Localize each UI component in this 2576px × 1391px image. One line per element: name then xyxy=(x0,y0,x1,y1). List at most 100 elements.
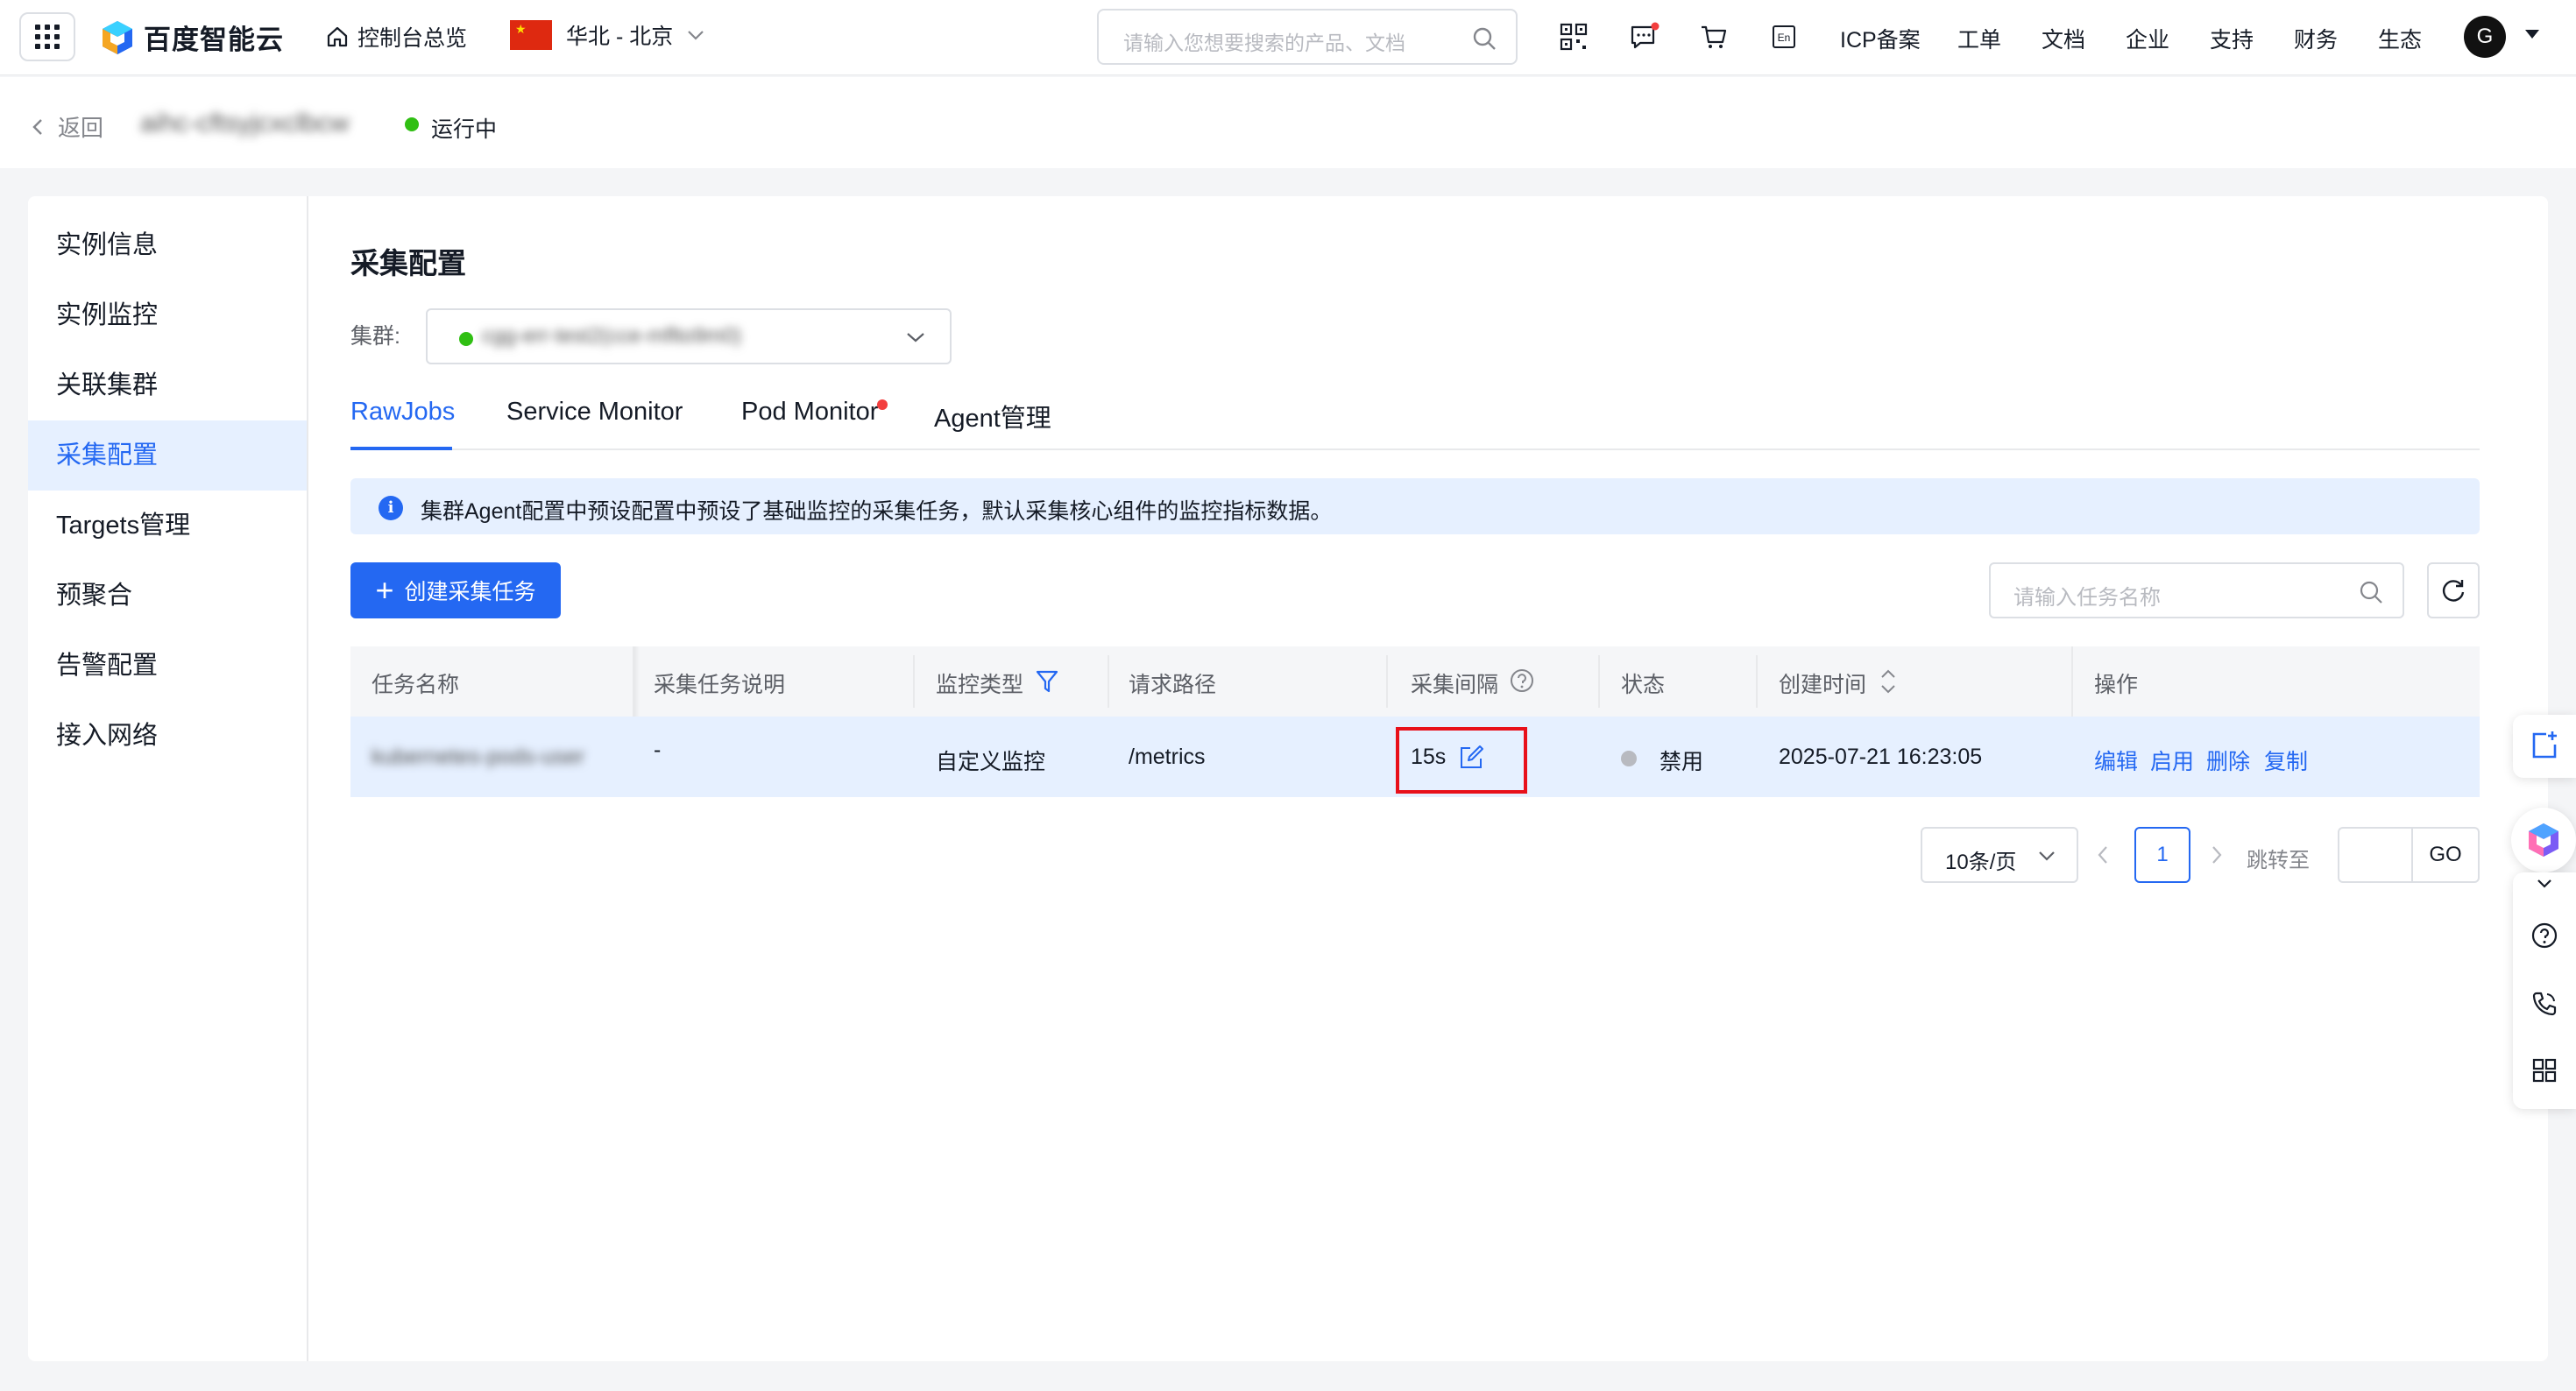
nav-finance[interactable]: 财务 xyxy=(2294,23,2338,54)
create-task-button[interactable]: + 创建采集任务 xyxy=(350,562,561,618)
enable-action-link[interactable]: 启用 xyxy=(2150,745,2194,776)
info-text: 集群Agent配置中预设配置中预设了基础监控的采集任务，默认采集核心组件的监控指… xyxy=(421,499,1333,524)
column-divider xyxy=(1108,655,1109,708)
request-path-cell: /metrics xyxy=(1129,745,1206,769)
edit-action-link[interactable]: 编辑 xyxy=(2094,745,2138,776)
user-menu-caret-icon[interactable] xyxy=(2525,30,2539,39)
top-navigation-bar: 百度智能云 控制台总览 ★ 华北 - 北京 请输入您想要搜索的产品、文档 En … xyxy=(0,0,2576,75)
console-home-label: 控制台总览 xyxy=(357,26,468,51)
global-search-input[interactable]: 请输入您想要搜索的产品、文档 xyxy=(1097,9,1518,65)
copy-action-link[interactable]: 复制 xyxy=(2264,745,2308,776)
language-en-icon[interactable]: En xyxy=(1768,21,1800,53)
refresh-icon xyxy=(2442,580,2465,602)
nav-docs[interactable]: 文档 xyxy=(2042,23,2085,54)
nav-support[interactable]: 支持 xyxy=(2210,23,2254,54)
sidebar-item-pre-aggregation[interactable]: 预聚合 xyxy=(28,561,307,631)
sidebar-item-instance-monitor[interactable]: 实例监控 xyxy=(28,280,307,350)
feedback-float-button[interactable] xyxy=(2513,715,2576,778)
float-tool-panel xyxy=(2513,872,2576,1109)
cluster-label: 集群: xyxy=(350,324,400,349)
pod-monitor-badge xyxy=(877,399,888,410)
sidebar-item-network-access[interactable]: 接入网络 xyxy=(28,701,307,771)
region-selector[interactable]: ★ 华北 - 北京 xyxy=(510,19,704,51)
search-icon[interactable] xyxy=(2359,580,2383,604)
refresh-button[interactable] xyxy=(2427,562,2480,618)
tabs-divider xyxy=(350,448,2480,450)
create-task-label: 创建采集任务 xyxy=(404,580,536,604)
region-label: 华北 - 北京 xyxy=(566,25,674,49)
jump-page-input[interactable] xyxy=(2338,827,2411,883)
chevron-down-icon xyxy=(688,31,704,40)
column-header-status: 状态 xyxy=(1621,673,1666,697)
page-size-select[interactable]: 10条/页 xyxy=(1921,827,2078,883)
grid-menu-icon[interactable] xyxy=(2530,1056,2558,1084)
created-time-cell: 2025-07-21 16:23:05 xyxy=(1779,745,1983,769)
info-alert: i 集群Agent配置中预设配置中预设了基础监控的采集任务，默认采集核心组件的监… xyxy=(350,478,2480,534)
filter-icon[interactable] xyxy=(1036,669,1058,694)
prev-page-icon[interactable] xyxy=(2096,844,2110,865)
column-divider xyxy=(1756,655,1758,708)
sidebar-item-alert-config[interactable]: 告警配置 xyxy=(28,631,307,701)
running-status-dot xyxy=(405,117,419,131)
help-icon[interactable] xyxy=(2530,921,2558,950)
instance-name: aihc-cftsyjcxclbcw xyxy=(140,109,350,138)
cart-icon[interactable] xyxy=(1698,21,1730,53)
column-header-description: 采集任务说明 xyxy=(654,673,786,697)
apps-menu-button[interactable] xyxy=(19,12,75,61)
next-page-icon[interactable] xyxy=(2210,844,2224,865)
console-home-link[interactable]: 控制台总览 xyxy=(326,21,467,53)
current-page[interactable]: 1 xyxy=(2134,827,2190,883)
nav-ecosystem[interactable]: 生态 xyxy=(2378,23,2422,54)
task-search-placeholder: 请输入任务名称 xyxy=(2013,586,2161,610)
column-divider xyxy=(913,655,915,708)
column-header-interval: 采集间隔 xyxy=(1411,673,1499,697)
disabled-status-dot xyxy=(1621,751,1637,766)
sidebar-item-linked-clusters[interactable]: 关联集群 xyxy=(28,350,307,420)
tab-pod-monitor[interactable]: Pod Monitor xyxy=(741,398,878,427)
jump-to-label: 跳转至 xyxy=(2247,849,2310,872)
sidebar-item-targets[interactable]: Targets管理 xyxy=(28,491,307,561)
sidebar-item-collection-config[interactable]: 采集配置 xyxy=(28,420,307,491)
delete-action-link[interactable]: 删除 xyxy=(2206,745,2250,776)
ai-assistant-button[interactable] xyxy=(2511,808,2576,872)
sidebar-item-instance-info[interactable]: 实例信息 xyxy=(28,210,307,280)
tab-rawjobs[interactable]: RawJobs xyxy=(350,398,455,427)
nav-ticket[interactable]: 工单 xyxy=(1957,23,2001,54)
back-link[interactable]: 返回 xyxy=(32,110,103,143)
china-flag-icon: ★ xyxy=(510,20,552,50)
page-title: 采集配置 xyxy=(350,247,466,279)
chevron-down-icon[interactable] xyxy=(2536,878,2553,890)
ai-assistant-icon xyxy=(2529,823,2558,857)
interval-highlight-box xyxy=(1396,727,1527,794)
sort-icon[interactable] xyxy=(1879,667,1898,696)
user-avatar[interactable]: G xyxy=(2464,16,2506,58)
task-name-cell[interactable]: kubernetes-pods-user xyxy=(372,745,584,770)
page-size-value: 10条/页 xyxy=(1945,851,2017,874)
cluster-select[interactable]: cgg-err-test2(cce-mflto9m0) xyxy=(426,308,952,364)
baidu-cloud-logo[interactable]: 百度智能云 xyxy=(100,18,284,57)
tab-agent-management[interactable]: Agent管理 xyxy=(934,398,1051,434)
chevron-down-icon xyxy=(907,333,924,342)
logo-text: 百度智能云 xyxy=(144,25,284,55)
go-button[interactable]: GO xyxy=(2411,827,2480,883)
nav-icp[interactable]: ICP备案 xyxy=(1840,23,1921,54)
nav-enterprise[interactable]: 企业 xyxy=(2126,23,2169,54)
monitor-type-cell: 自定义监控 xyxy=(936,750,1046,774)
column-header-actions: 操作 xyxy=(2094,673,2139,697)
plus-icon: + xyxy=(375,572,394,608)
qrcode-icon[interactable] xyxy=(1558,21,1589,53)
column-header-request-path: 请求路径 xyxy=(1129,673,1217,697)
add-note-icon xyxy=(2532,731,2557,759)
help-question-icon[interactable] xyxy=(1509,667,1535,694)
phone-icon[interactable] xyxy=(2530,990,2558,1018)
back-label: 返回 xyxy=(58,115,104,141)
column-header-created-time: 创建时间 xyxy=(1779,673,1867,697)
svg-text:En: En xyxy=(1778,32,1791,44)
cluster-value: cgg-err-test2(cce-mflto9m0) xyxy=(482,324,742,348)
task-search-input[interactable]: 请输入任务名称 xyxy=(1989,562,2404,618)
search-icon[interactable] xyxy=(1472,26,1497,51)
column-divider xyxy=(1386,655,1388,708)
message-icon[interactable] xyxy=(1628,21,1660,53)
tab-service-monitor[interactable]: Service Monitor xyxy=(506,398,683,427)
instance-status: 运行中 xyxy=(431,117,498,142)
